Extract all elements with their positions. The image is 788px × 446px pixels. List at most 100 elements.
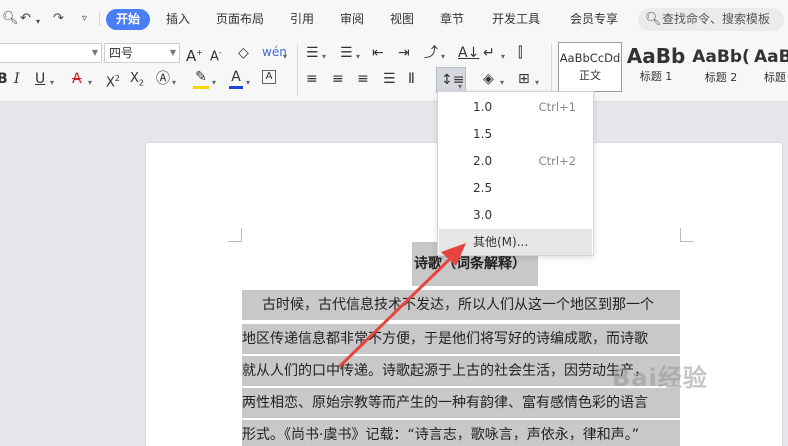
option-shortcut: Ctrl+2 xyxy=(538,154,576,168)
bullet-list-icon[interactable]: ☰ xyxy=(306,44,319,62)
tab-start[interactable]: 开始 xyxy=(106,9,151,30)
clear-format-icon[interactable]: ◇ xyxy=(238,44,249,62)
borders-icon[interactable]: ⊞ xyxy=(518,70,530,88)
tab-insert[interactable]: 插入 xyxy=(166,9,190,30)
spacing-option-1-5[interactable]: 1.5 xyxy=(439,121,592,147)
justify-icon[interactable]: ☰ xyxy=(383,70,396,88)
numbered-list-icon[interactable]: ☰ xyxy=(340,44,353,62)
tab-stops-icon[interactable]: ⫿ xyxy=(518,44,522,62)
chevron-down-icon[interactable]: ▾ xyxy=(441,48,445,66)
option-shortcut: Ctrl+1 xyxy=(538,100,576,114)
style-sample: AaBbCcDd xyxy=(559,51,621,65)
style-sample: AaBb xyxy=(626,44,686,68)
font-size-select[interactable]: 四号 ▼ xyxy=(104,43,180,63)
font-shrink-icon[interactable]: A- xyxy=(210,44,222,66)
chinese-layout-icon[interactable]: ⤴ xyxy=(424,44,438,62)
chevron-down-icon[interactable]: ▾ xyxy=(50,74,54,92)
tab-review[interactable]: 审阅 xyxy=(340,9,364,30)
style-name: 标题 1 xyxy=(639,70,673,83)
menu-separator xyxy=(99,12,100,26)
chevron-down-icon[interactable]: ▾ xyxy=(500,74,504,92)
increase-indent-icon[interactable]: ⇥ xyxy=(398,44,410,62)
sort-icon[interactable]: A↓ xyxy=(458,44,479,62)
line-spacing-menu: 1.0 Ctrl+1 1.5 2.0 Ctrl+2 2.5 3.0 其他(M).… xyxy=(437,91,594,256)
chevron-down-icon[interactable]: ▾ xyxy=(283,48,287,66)
option-label: 其他(M)... xyxy=(473,235,529,249)
spacing-option-1-0[interactable]: 1.0 Ctrl+1 xyxy=(439,94,592,120)
undo-dropdown-icon[interactable]: ▾ xyxy=(36,14,40,30)
ribbon-toolbar: ▼ 四号 ▼ A+ A- ◇ wén ▾ B I U ▾ A ▾ X2 X2 Ⓐ… xyxy=(0,38,788,102)
character-border-icon[interactable]: A xyxy=(262,70,276,84)
style-heading-1[interactable]: AaBb 标题 1 xyxy=(624,42,688,92)
chevron-down-icon[interactable]: ▾ xyxy=(88,74,92,92)
decrease-indent-icon[interactable]: ⇤ xyxy=(372,44,384,62)
font-color-icon[interactable]: A xyxy=(229,68,243,89)
chevron-down-icon[interactable]: ▾ xyxy=(322,48,326,66)
chevron-down-icon[interactable]: ▾ xyxy=(212,74,216,92)
search-box[interactable]: 🔍︎ 查找命令、搜索模板 xyxy=(638,8,784,31)
align-center-icon[interactable]: ≡ xyxy=(332,70,344,88)
chevron-down-icon: ▼ xyxy=(91,48,98,57)
spacing-option-2-5[interactable]: 2.5 xyxy=(439,175,592,201)
tab-chapter[interactable]: 章节 xyxy=(440,9,464,30)
style-title[interactable]: AaBl 标题 xyxy=(754,42,788,92)
underline-icon[interactable]: U xyxy=(35,70,45,88)
style-name: 正文 xyxy=(579,69,601,82)
chevron-down-icon[interactable]: ▾ xyxy=(356,48,360,66)
text-effect-icon[interactable]: Ⓐ xyxy=(156,70,170,88)
font-size-value: 四号 xyxy=(109,46,134,60)
chevron-down-icon[interactable]: ▾ xyxy=(172,74,176,92)
highlight-icon[interactable]: ✎ xyxy=(193,68,209,89)
menu-bar: 🔍︎ ↶ ▾ ↷ ▿ 开始 插入 页面布局 引用 审阅 视图 章节 开发工具 会… xyxy=(0,0,788,38)
search-placeholder: 查找命令、搜索模板 xyxy=(662,12,771,26)
option-label: 2.5 xyxy=(473,181,493,195)
paragraph-line[interactable]: 形式。《尚书·虞书》记载：“诗言志，歌咏言，声依永，律和声。” xyxy=(242,420,680,446)
ribbon-separator xyxy=(297,44,298,96)
chevron-down-icon[interactable]: ▾ xyxy=(501,48,505,66)
chevron-down-icon[interactable]: ▾ xyxy=(246,74,250,92)
align-right-icon[interactable]: ≡ xyxy=(357,70,369,88)
font-name-select[interactable]: ▼ xyxy=(0,43,102,63)
search-icon: 🔍︎ xyxy=(645,12,662,27)
watermark-logo: Bai经验 xyxy=(612,364,708,392)
style-name: 标题 2 xyxy=(704,71,738,84)
style-normal[interactable]: AaBbCcDd 正文 xyxy=(558,42,622,92)
tab-developer-tools[interactable]: 开发工具 xyxy=(492,9,540,30)
align-left-icon[interactable]: ≡ xyxy=(306,70,318,88)
chevron-down-icon[interactable]: ▾ xyxy=(535,74,539,92)
ribbon-separator xyxy=(551,44,552,96)
superscript-icon[interactable]: X2 xyxy=(106,70,120,92)
spacing-option-2-0[interactable]: 2.0 Ctrl+2 xyxy=(439,148,592,174)
tab-view[interactable]: 视图 xyxy=(390,9,414,30)
spacing-option-other[interactable]: 其他(M)... xyxy=(439,229,592,255)
line-spacing-button[interactable]: ↕≡ ▾ xyxy=(436,67,466,93)
undo-icon[interactable]: ↶ xyxy=(20,11,31,27)
distributed-align-icon[interactable]: Ⅱ xyxy=(408,70,415,88)
style-sample: AaBb( xyxy=(692,47,750,67)
show-hide-marks-icon[interactable]: ↵ xyxy=(483,44,495,62)
option-label: 2.0 xyxy=(473,154,493,168)
spacing-option-3-0[interactable]: 3.0 xyxy=(439,202,592,228)
redo-icon[interactable]: ↷ xyxy=(53,11,64,27)
margin-corner-mark xyxy=(228,228,242,242)
tab-member[interactable]: 会员专享 xyxy=(570,9,618,30)
paragraph-line[interactable]: 古时候，古代信息技术不发达，所以人们从这一个地区到那一个 xyxy=(242,290,680,320)
quick-access-dropdown-icon[interactable]: ▿ xyxy=(82,11,87,27)
option-label: 3.0 xyxy=(473,208,493,222)
style-sample: AaBl xyxy=(754,47,788,67)
bold-icon[interactable]: B xyxy=(0,70,8,88)
zoom-icon[interactable]: 🔍︎ xyxy=(2,11,19,27)
option-label: 1.0 xyxy=(473,100,493,114)
shading-icon[interactable]: ◈ xyxy=(483,70,494,88)
subscript-icon[interactable]: X2 xyxy=(130,70,144,93)
tab-references[interactable]: 引用 xyxy=(290,9,314,30)
chevron-down-icon: ▼ xyxy=(169,48,176,57)
tab-page-layout[interactable]: 页面布局 xyxy=(216,9,264,30)
option-label: 1.5 xyxy=(473,127,493,141)
paragraph-line[interactable]: 地区传递信息都非常不方便，于是他们将写好的诗编成歌，而诗歌 xyxy=(242,324,680,354)
style-heading-2[interactable]: AaBb( 标题 2 xyxy=(690,42,752,92)
italic-icon[interactable]: I xyxy=(14,70,20,88)
style-name: 标题 xyxy=(764,71,786,84)
font-grow-icon[interactable]: A+ xyxy=(186,44,203,65)
strikethrough-icon[interactable]: A xyxy=(72,70,82,88)
